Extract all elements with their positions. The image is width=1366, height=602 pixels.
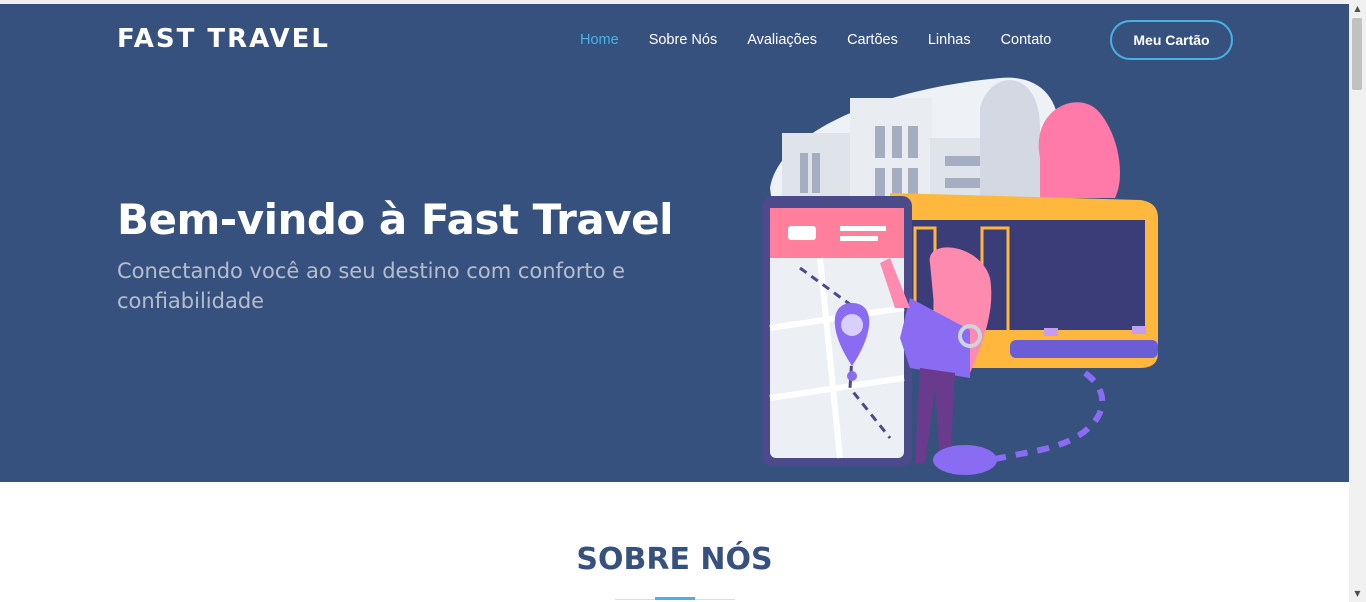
- route-line-icon: [989, 370, 1106, 463]
- tree-icon: [1038, 102, 1120, 198]
- hero-title: Bem-vindo à Fast Travel: [117, 195, 674, 244]
- nav-cartoes[interactable]: Cartões: [847, 20, 898, 60]
- nav-sobre-nos[interactable]: Sobre Nós: [649, 20, 718, 60]
- nav-avaliacoes[interactable]: Avaliações: [747, 20, 817, 60]
- hero-subtitle: Conectando você ao seu destino com confo…: [117, 259, 626, 313]
- scrollbar-thumb[interactable]: [1352, 18, 1362, 90]
- nav-linhas[interactable]: Linhas: [928, 20, 971, 60]
- meu-cartao-button[interactable]: Meu Cartão: [1110, 20, 1233, 60]
- phone-map-icon: [762, 196, 912, 466]
- hero-section: FAST TRAVEL Home Sobre Nós Avaliações Ca…: [0, 0, 1349, 482]
- top-strip: [0, 0, 1349, 4]
- scroll-down-arrow-icon[interactable]: ▼: [1349, 585, 1366, 602]
- sobre-nos-title: SOBRE NÓS: [576, 542, 773, 577]
- nav-contato[interactable]: Contato: [1001, 20, 1052, 60]
- title-divider-accent: [655, 597, 695, 600]
- bus-travel-illustration: [762, 77, 1158, 475]
- main-nav: Home Sobre Nós Avaliações Cartões Linhas…: [580, 20, 1081, 60]
- scroll-up-arrow-icon[interactable]: ▲: [1349, 0, 1366, 17]
- brand-logo[interactable]: FAST TRAVEL: [117, 22, 330, 56]
- page-scrollbar[interactable]: [1349, 0, 1366, 602]
- nav-home[interactable]: Home: [580, 20, 619, 60]
